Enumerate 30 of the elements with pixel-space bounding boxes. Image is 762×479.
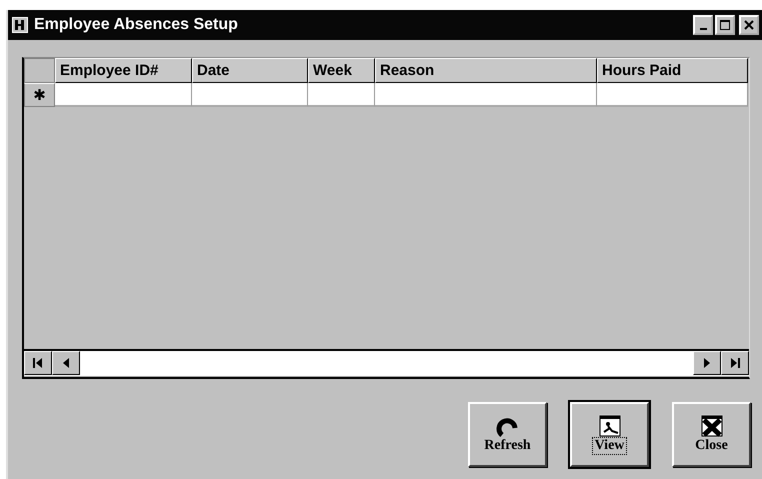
table-cell[interactable] — [375, 83, 597, 107]
close-button[interactable]: Close — [672, 402, 751, 467]
maximize-icon — [720, 20, 730, 30]
column-header[interactable]: Hours Paid — [597, 58, 748, 83]
app-icon — [12, 17, 28, 33]
first-icon — [32, 357, 44, 369]
row-selector[interactable]: ✱ — [24, 83, 55, 107]
last-record-button[interactable] — [721, 351, 749, 375]
close-button[interactable] — [739, 15, 759, 35]
figure-icon — [598, 414, 622, 436]
next-record-button[interactable] — [693, 351, 721, 375]
column-header[interactable]: Employee ID# — [55, 58, 192, 83]
window-title: Employee Absences Setup — [34, 16, 239, 34]
minimize-button[interactable] — [693, 15, 713, 35]
previous-record-button[interactable] — [52, 351, 80, 375]
refresh-button[interactable]: Refresh — [468, 402, 547, 467]
column-header[interactable]: Reason — [375, 58, 597, 83]
table-cell[interactable] — [597, 83, 748, 107]
table-cell[interactable] — [192, 83, 308, 107]
table-cell[interactable] — [308, 83, 375, 107]
close-icon — [744, 20, 754, 30]
column-header[interactable]: Date — [192, 58, 308, 83]
last-icon — [729, 357, 741, 369]
view-button[interactable]: View — [570, 402, 649, 467]
table-cell[interactable] — [55, 83, 192, 107]
first-record-button[interactable] — [24, 351, 52, 375]
column-header[interactable]: Week — [308, 58, 375, 83]
maximize-button[interactable] — [715, 15, 735, 35]
minimize-icon — [700, 28, 706, 30]
cross-icon — [700, 414, 724, 436]
